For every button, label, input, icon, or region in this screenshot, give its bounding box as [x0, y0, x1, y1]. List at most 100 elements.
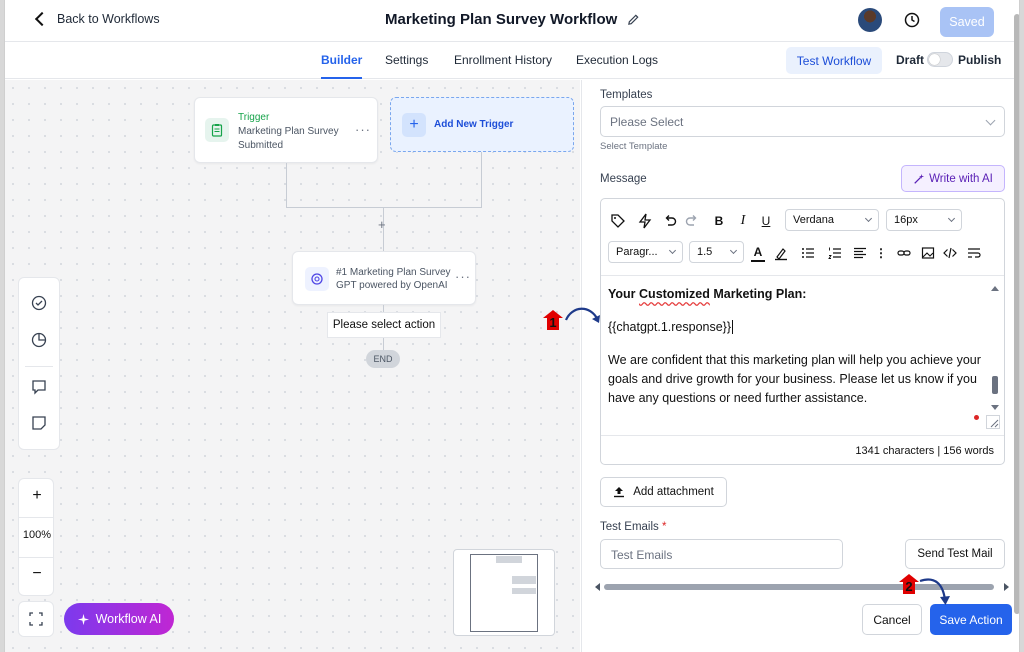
- step-badge-1: 1: [543, 310, 563, 330]
- canvas-tools: [18, 277, 60, 450]
- scroll-right-icon[interactable]: [1002, 582, 1010, 592]
- action-settings-panel: Templates Please Select Select Template …: [581, 80, 1019, 652]
- font-family-select[interactable]: Verdana: [785, 209, 879, 231]
- add-attachment-button[interactable]: Add attachment: [600, 477, 727, 507]
- sticky-note-icon[interactable]: [30, 414, 48, 432]
- cancel-button[interactable]: Cancel: [862, 604, 922, 635]
- underline-icon[interactable]: U: [759, 212, 773, 230]
- highlight-icon[interactable]: [774, 244, 788, 262]
- lightning-icon[interactable]: [638, 212, 652, 230]
- paragraph-value: Paragr...: [616, 246, 658, 258]
- zoom-out-button[interactable]: −: [19, 565, 55, 583]
- minimap[interactable]: [453, 549, 555, 636]
- workflow-ai-button[interactable]: Workflow AI: [64, 603, 174, 635]
- numbered-list-icon[interactable]: [828, 244, 842, 262]
- test-emails-input[interactable]: Test Emails: [600, 539, 843, 569]
- line-height-select[interactable]: 1.5: [689, 241, 744, 263]
- openai-icon: [305, 267, 329, 291]
- align-icon[interactable]: [853, 244, 867, 262]
- templates-select[interactable]: Please Select: [600, 106, 1005, 137]
- sparkle-icon: [77, 613, 89, 625]
- undo-icon[interactable]: [663, 212, 677, 230]
- connector-line: [286, 163, 287, 207]
- font-size-select[interactable]: 16px: [886, 209, 962, 231]
- paragraph-select[interactable]: Paragr...: [608, 241, 683, 263]
- gpt-action-node[interactable]: #1 Marketing Plan Survey GPT powered by …: [292, 251, 476, 305]
- required-marker: *: [662, 521, 667, 533]
- spellcheck-dot: [974, 415, 979, 420]
- publish-toggle[interactable]: [927, 52, 953, 67]
- send-test-mail-button[interactable]: Send Test Mail: [905, 539, 1005, 569]
- editor-content[interactable]: Your Customized Marketing Plan: {{chatgp…: [608, 285, 988, 408]
- more-options-icon[interactable]: ···: [355, 122, 371, 137]
- more-options-icon[interactable]: ···: [455, 269, 471, 284]
- redo-icon[interactable]: [685, 212, 699, 230]
- italic-icon[interactable]: I: [736, 212, 750, 230]
- chevron-down-icon: [947, 214, 956, 223]
- code-icon[interactable]: [943, 244, 957, 262]
- trigger-node[interactable]: Trigger Marketing Plan Survey Submitted …: [194, 97, 378, 163]
- history-clock-icon[interactable]: [903, 11, 921, 29]
- tag-icon[interactable]: [610, 212, 626, 230]
- image-icon[interactable]: [921, 244, 935, 262]
- divider: [25, 366, 53, 367]
- add-step-icon[interactable]: +: [378, 217, 386, 232]
- expand-icon: [29, 612, 43, 626]
- tab-bar: Builder Settings Enrollment History Exec…: [5, 43, 1019, 79]
- saved-button[interactable]: Saved: [940, 7, 994, 37]
- check-circle-icon[interactable]: [30, 294, 48, 312]
- bullet-list-icon[interactable]: [801, 244, 815, 262]
- minimap-block: [496, 556, 522, 563]
- link-icon[interactable]: [897, 244, 911, 262]
- editor-toolbar: B I U Verdana 16px Paragr... 1.5 A ⋮: [601, 199, 1004, 276]
- zoom-level: 100%: [22, 529, 52, 541]
- pie-chart-icon[interactable]: [30, 331, 48, 349]
- tab-builder[interactable]: Builder: [321, 53, 363, 79]
- save-action-button[interactable]: Save Action: [930, 604, 1012, 635]
- top-header: Back to Workflows Marketing Plan Survey …: [5, 0, 1019, 42]
- select-action-button[interactable]: Please select action: [327, 312, 441, 338]
- font-size-value: 16px: [894, 214, 918, 226]
- editor-scrollbar[interactable]: [988, 279, 1002, 429]
- back-to-workflows-link[interactable]: Back to Workflows: [34, 11, 160, 27]
- workflow-canvas[interactable]: Trigger Marketing Plan Survey Submitted …: [5, 80, 580, 652]
- text-wrap-icon[interactable]: [967, 244, 981, 262]
- connector-line: [481, 152, 482, 207]
- resize-handle-icon[interactable]: [986, 415, 1000, 429]
- connector-line: [286, 207, 482, 208]
- chevron-down-icon: [985, 115, 996, 126]
- content-body: We are confident that this marketing pla…: [608, 353, 981, 405]
- heading-underlined: Customized: [639, 287, 710, 301]
- more-vertical-icon[interactable]: ⋮: [875, 244, 887, 262]
- gpt-node-subtitle: GPT powered by OpenAI: [336, 280, 448, 291]
- step-1-number: 1: [549, 315, 556, 330]
- tab-execution-logs[interactable]: Execution Logs: [576, 53, 658, 67]
- scrollbar-thumb[interactable]: [1014, 14, 1019, 614]
- content-heading: Your Customized Marketing Plan:: [608, 285, 988, 304]
- back-label: Back to Workflows: [57, 12, 160, 26]
- scroll-left-icon[interactable]: [594, 582, 602, 592]
- scrollbar-arrows: [991, 286, 999, 410]
- write-ai-label: Write with AI: [929, 172, 993, 185]
- page-title: Marketing Plan Survey Workflow: [385, 11, 618, 28]
- comment-icon[interactable]: [30, 378, 48, 396]
- title-wrap: Marketing Plan Survey Workflow: [385, 11, 640, 28]
- test-emails-label: Test Emails *: [600, 521, 666, 533]
- chevron-down-icon: [864, 214, 873, 223]
- write-with-ai-button[interactable]: Write with AI: [901, 165, 1005, 192]
- tab-settings[interactable]: Settings: [385, 53, 428, 67]
- window-scrollbar[interactable]: [1013, 10, 1019, 640]
- message-editor[interactable]: B I U Verdana 16px Paragr... 1.5 A ⋮ You: [600, 198, 1005, 465]
- add-new-trigger-button[interactable]: + Add New Trigger: [390, 97, 574, 152]
- step-2-number: 2: [905, 579, 912, 594]
- add-attachment-label: Add attachment: [633, 486, 714, 498]
- tab-enrollment-history[interactable]: Enrollment History: [454, 53, 552, 67]
- bold-icon[interactable]: B: [712, 212, 726, 230]
- pencil-icon[interactable]: [627, 13, 640, 26]
- avatar[interactable]: [858, 8, 882, 32]
- fit-view-button[interactable]: [18, 601, 54, 637]
- test-workflow-button[interactable]: Test Workflow: [786, 47, 882, 74]
- zoom-in-button[interactable]: +: [19, 487, 55, 505]
- divider: [19, 557, 53, 558]
- text-color-icon[interactable]: A: [751, 244, 765, 262]
